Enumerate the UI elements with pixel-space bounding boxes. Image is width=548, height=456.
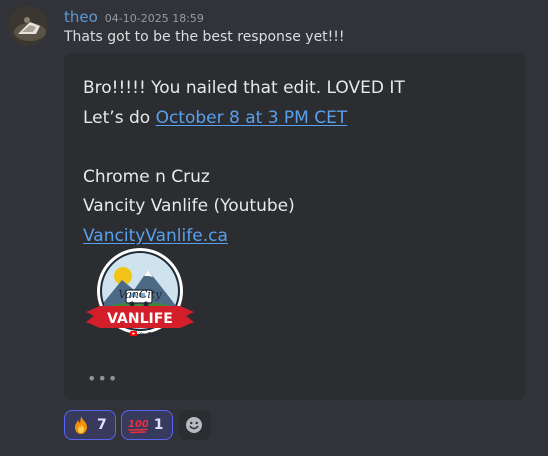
more-indicator[interactable]: ••• [87, 369, 118, 388]
chat-message: theo 04-10-2025 18:59 Thats got to be th… [0, 0, 548, 456]
smiley-icon [186, 417, 202, 433]
avatar[interactable] [8, 6, 48, 46]
reaction-count: 1 [153, 417, 164, 433]
embed-card: Bro!!!!! You nailed that edit. LOVED IT … [64, 53, 526, 400]
embed-text: Bro!!!!! You nailed that edit. LOVED IT … [83, 74, 405, 251]
reaction-hundred[interactable]: 100 1 [120, 410, 173, 440]
logo-badge-text: YouTube [138, 332, 159, 338]
embed-line: Chrome n Cruz [83, 166, 210, 187]
reaction-fire[interactable]: 7 [64, 410, 116, 440]
logo-script-text: VanCity [118, 288, 162, 301]
embed-line: Let’s do October 8 at 3 PM CET [83, 104, 405, 134]
svg-text:100: 100 [128, 419, 148, 430]
reaction-count: 7 [97, 417, 107, 433]
message-text: Thats got to be the best response yet!!! [64, 29, 345, 45]
embed-blank-line [83, 133, 405, 163]
add-reaction-button[interactable] [177, 410, 211, 440]
reaction-bar: 7 100 1 [64, 410, 211, 440]
date-link[interactable]: October 8 at 3 PM CET [156, 108, 348, 128]
timestamp: 04-10-2025 18:59 [104, 12, 204, 25]
avatar-image [8, 6, 48, 46]
username[interactable]: theo [64, 8, 98, 26]
website-link[interactable]: VancityVanlife.ca [83, 226, 228, 246]
embed-line: Vancity Vanlife (Youtube) [83, 196, 295, 216]
hundred-points-icon: 100 [128, 419, 148, 434]
embed-line-prefix: Let’s do [83, 107, 156, 128]
fire-icon [75, 416, 87, 434]
logo-banner-text: VANLIFE [107, 311, 173, 327]
vancity-vanlife-logo: VanCity VANLIFE YouTube [86, 248, 194, 338]
message-header: theo 04-10-2025 18:59 [64, 8, 204, 26]
embed-line: Bro!!!!! You nailed that edit. LOVED IT [83, 78, 405, 98]
